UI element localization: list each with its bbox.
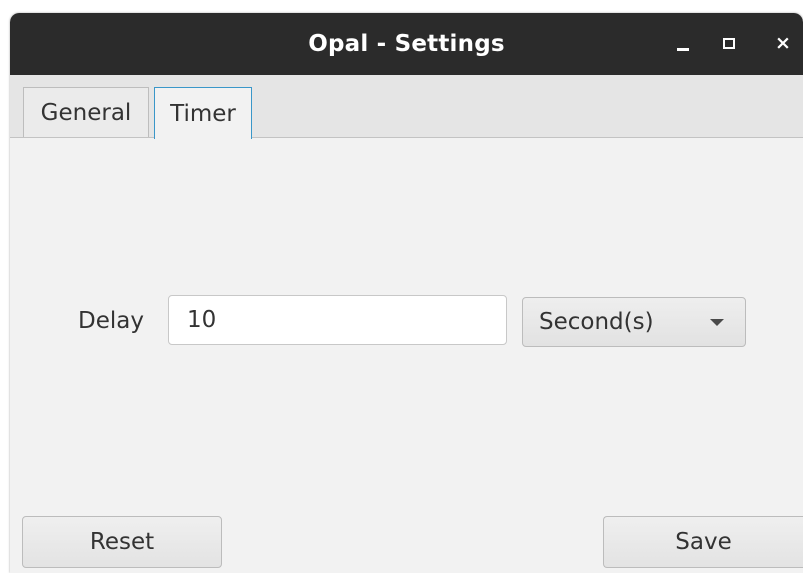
- save-button[interactable]: Save: [603, 516, 803, 568]
- delay-unit-select[interactable]: Second(s): [522, 297, 746, 347]
- delay-unit-value: Second(s): [539, 309, 654, 335]
- tab-timer[interactable]: Timer: [154, 87, 252, 139]
- reset-button[interactable]: Reset: [22, 516, 222, 568]
- chevron-down-icon: [710, 319, 724, 326]
- maximize-icon: [723, 37, 735, 49]
- close-button[interactable]: ×: [767, 27, 799, 59]
- timer-panel: Delay Second(s) Reset Save: [10, 138, 803, 573]
- delay-input[interactable]: [168, 295, 507, 345]
- title-bar[interactable]: Opal - Settings ×: [10, 13, 803, 75]
- delay-label: Delay: [78, 308, 144, 334]
- maximize-button[interactable]: [713, 27, 745, 59]
- settings-window: Opal - Settings × General Timer Delay Se…: [10, 13, 803, 573]
- tab-general[interactable]: General: [23, 87, 149, 137]
- close-icon: ×: [775, 31, 791, 54]
- minimize-icon: [677, 47, 689, 51]
- tab-bar: General Timer: [10, 75, 803, 139]
- minimize-button[interactable]: [667, 27, 699, 59]
